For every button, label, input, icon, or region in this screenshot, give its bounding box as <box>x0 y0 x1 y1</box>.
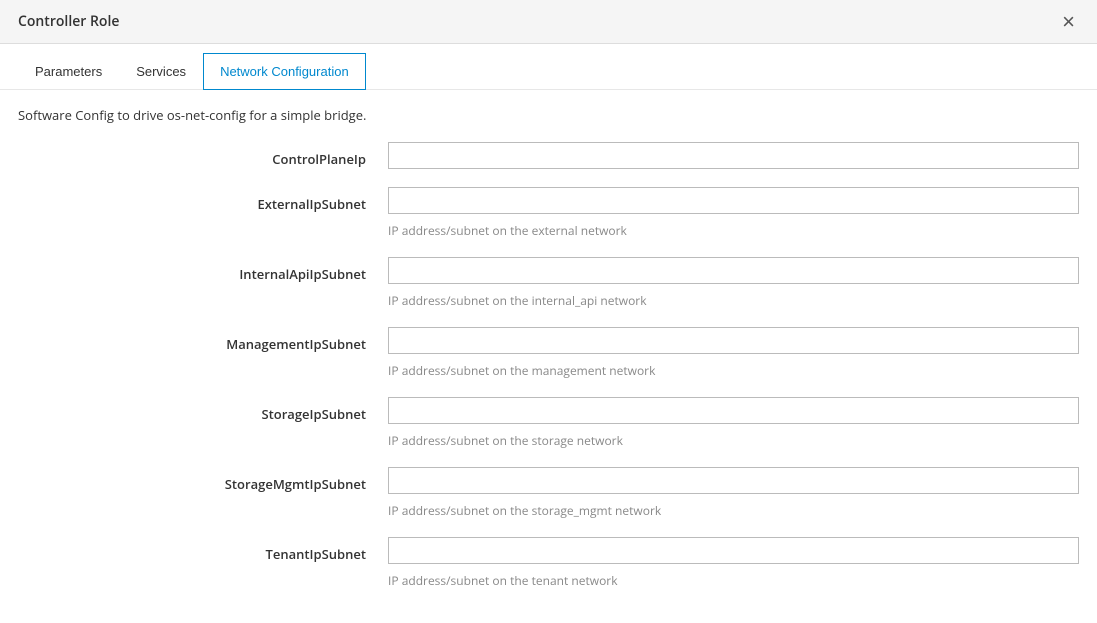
modal-title: Controller Role <box>18 12 119 31</box>
field-label-storageipsubnet: StorageIpSubnet <box>261 405 366 423</box>
field-row-externalipsubnet: ExternalIpSubnet IP address/subnet on th… <box>18 187 1079 257</box>
field-label-internalapiipsubnet: InternalApiIpSubnet <box>239 265 366 283</box>
field-label-tenantipsubnet: TenantIpSubnet <box>266 545 366 563</box>
field-input-managementipsubnet[interactable] <box>388 327 1079 354</box>
tab-network-configuration[interactable]: Network Configuration <box>203 53 366 90</box>
field-help-managementipsubnet: IP address/subnet on the management netw… <box>388 362 1079 379</box>
field-label-externalipsubnet: ExternalIpSubnet <box>257 195 366 213</box>
field-input-storagemgmtipsubnet[interactable] <box>388 467 1079 494</box>
field-row-internalapiipsubnet: InternalApiIpSubnet IP address/subnet on… <box>18 257 1079 327</box>
field-label-storagemgmtipsubnet: StorageMgmtIpSubnet <box>225 475 366 493</box>
modal-header: Controller Role × <box>0 0 1097 44</box>
field-row-managementipsubnet: ManagementIpSubnet IP address/subnet on … <box>18 327 1079 397</box>
field-input-externalipsubnet[interactable] <box>388 187 1079 214</box>
field-row-storagemgmtipsubnet: StorageMgmtIpSubnet IP address/subnet on… <box>18 467 1079 537</box>
tab-services[interactable]: Services <box>119 53 203 90</box>
close-icon[interactable]: × <box>1058 11 1079 33</box>
field-help-storageipsubnet: IP address/subnet on the storage network <box>388 432 1079 449</box>
field-help-tenantipsubnet: IP address/subnet on the tenant network <box>388 572 1079 589</box>
field-input-tenantipsubnet[interactable] <box>388 537 1079 564</box>
field-help-internalapiipsubnet: IP address/subnet on the internal_api ne… <box>388 292 1079 309</box>
field-input-storageipsubnet[interactable] <box>388 397 1079 424</box>
form-description: Software Config to drive os-net-config f… <box>18 106 1079 124</box>
tab-parameters[interactable]: Parameters <box>18 53 119 90</box>
field-input-internalapiipsubnet[interactable] <box>388 257 1079 284</box>
field-label-managementipsubnet: ManagementIpSubnet <box>226 335 366 353</box>
field-label-controlplaneip: ControlPlaneIp <box>272 150 366 168</box>
field-row-tenantipsubnet: TenantIpSubnet IP address/subnet on the … <box>18 537 1079 607</box>
content-area: Software Config to drive os-net-config f… <box>0 90 1097 623</box>
field-row-controlplaneip: ControlPlaneIp <box>18 142 1079 187</box>
tabs-bar: Parameters Services Network Configuratio… <box>0 44 1097 90</box>
field-row-storageipsubnet: StorageIpSubnet IP address/subnet on the… <box>18 397 1079 467</box>
field-input-controlplaneip[interactable] <box>388 142 1079 169</box>
field-help-storagemgmtipsubnet: IP address/subnet on the storage_mgmt ne… <box>388 502 1079 519</box>
field-help-externalipsubnet: IP address/subnet on the external networ… <box>388 222 1079 239</box>
